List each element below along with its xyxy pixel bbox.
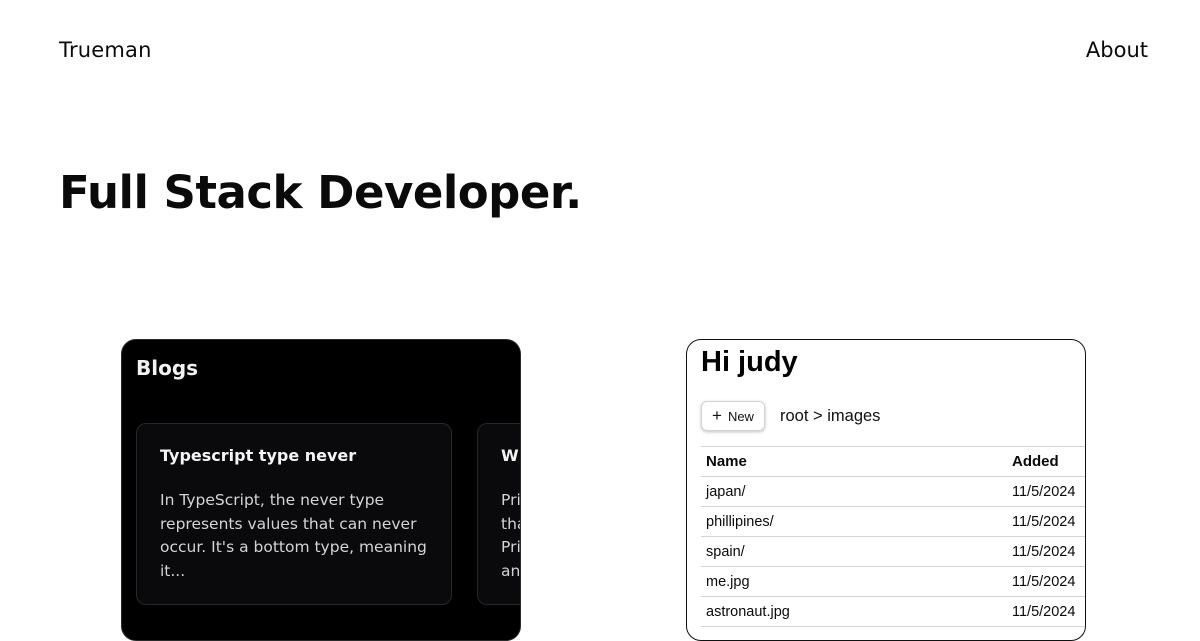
table-header-row: Name Added xyxy=(701,447,1085,477)
blog-post-excerpt: In TypeScript, the never type represents… xyxy=(160,491,427,580)
breadcrumb[interactable]: root > images xyxy=(780,407,880,426)
table-row[interactable]: astronaut.jpg 11/5/2024 xyxy=(701,597,1085,627)
plus-icon: + xyxy=(712,405,722,425)
file-added-date: 11/5/2024 xyxy=(1012,573,1076,590)
blogs-preview-card[interactable]: Blogs Typescript type never In TypeScrip… xyxy=(121,339,521,641)
blog-post-card[interactable]: Typescript type never In TypeScript, the… xyxy=(136,423,452,605)
file-name: me.jpg xyxy=(706,573,750,590)
table-row[interactable]: me.jpg 11/5/2024 xyxy=(701,567,1085,597)
file-added-date: 11/5/2024 xyxy=(1012,603,1076,620)
file-name: spain/ xyxy=(706,543,745,560)
blog-post-title: Typescript type never xyxy=(160,446,357,465)
files-table: Name Added japan/ 11/5/2024 phillipines/… xyxy=(701,446,1085,627)
table-row[interactable]: spain/ 11/5/2024 xyxy=(701,537,1085,567)
blog-post-card[interactable]: W Pri tha Pri an xyxy=(477,423,521,605)
file-added-date: 11/5/2024 xyxy=(1012,513,1076,530)
nav-link-about[interactable]: About xyxy=(1086,38,1148,62)
hero-title: Full Stack Developer. xyxy=(59,166,582,219)
table-row[interactable]: phillipines/ 11/5/2024 xyxy=(701,507,1085,537)
blog-post-excerpt: Pri tha Pri an xyxy=(501,491,521,580)
table-row[interactable]: japan/ 11/5/2024 xyxy=(701,477,1085,507)
new-button-label: New xyxy=(727,408,754,424)
file-added-date: 11/5/2024 xyxy=(1012,543,1076,560)
file-name: astronaut.jpg xyxy=(706,603,790,620)
file-name: phillipines/ xyxy=(706,513,774,530)
greeting-heading: Hi judy xyxy=(701,346,798,378)
file-added-date: 11/5/2024 xyxy=(1012,483,1076,500)
blog-post-title: W xyxy=(501,446,519,465)
file-drive-preview-card[interactable]: Hi judy + New root > images Name Added j… xyxy=(686,339,1086,641)
new-button[interactable]: + New xyxy=(701,401,765,431)
site-brand[interactable]: Trueman xyxy=(59,38,152,62)
file-name: japan/ xyxy=(706,483,746,500)
column-header-name[interactable]: Name xyxy=(701,453,1012,470)
blogs-title: Blogs xyxy=(136,356,199,380)
column-header-added[interactable]: Added xyxy=(1012,453,1085,470)
